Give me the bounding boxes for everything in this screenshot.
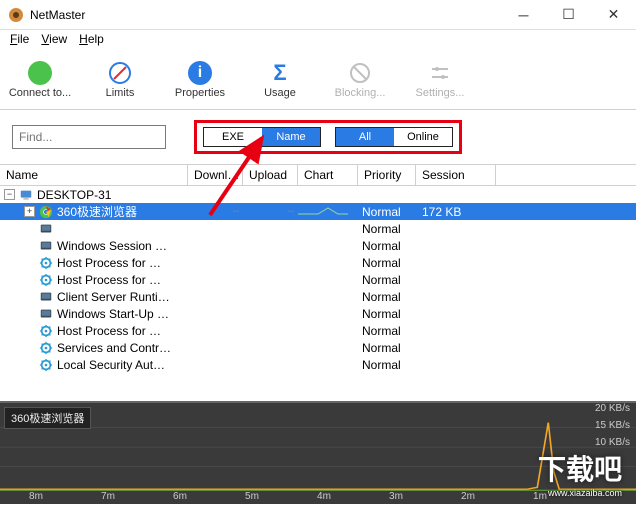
name-toggle[interactable]: Name — [262, 128, 320, 146]
table-row[interactable]: +360极速浏览器 ---- Normal172 KB — [0, 203, 636, 220]
toolbar: Connect to... Limits i Properties Σ Usag… — [0, 50, 636, 110]
sigma-icon: Σ — [268, 61, 292, 85]
priority-cell: Normal — [358, 307, 416, 321]
header-priority[interactable]: Priority — [358, 165, 416, 185]
minimize-button[interactable]: ─ — [501, 0, 546, 30]
connect-button[interactable]: Connect to... — [0, 61, 80, 99]
blocking-label: Blocking... — [335, 87, 386, 99]
limits-label: Limits — [106, 87, 135, 99]
chart-y-scale: 20 KB/s15 KB/s10 KB/s — [595, 403, 630, 454]
table-row[interactable]: Local Security Aut… Normal — [0, 356, 636, 373]
priority-cell: Normal — [358, 256, 416, 270]
process-name: Host Process for … — [57, 256, 161, 270]
process-name: 360极速浏览器 — [57, 203, 137, 220]
root-row[interactable]: − DESKTOP-31 — [0, 186, 636, 203]
priority-cell: Normal — [358, 290, 416, 304]
window-title: NetMaster — [30, 8, 501, 22]
traffic-chart — [0, 403, 636, 504]
menubar: File View Help — [0, 30, 636, 50]
computer-icon — [19, 188, 33, 202]
upload-cell: -- — [243, 206, 298, 217]
settings-button[interactable]: Settings... — [400, 61, 480, 99]
table-row[interactable]: Normal — [0, 220, 636, 237]
menu-help[interactable]: Help — [79, 32, 104, 48]
limits-icon — [108, 61, 132, 85]
sliders-icon — [428, 61, 452, 85]
table-row[interactable]: Host Process for … Normal — [0, 271, 636, 288]
blocking-button[interactable]: Blocking... — [320, 61, 400, 99]
column-headers: Name Downl… Upload Chart Priority Sessio… — [0, 164, 636, 186]
process-name: Host Process for … — [57, 324, 161, 338]
chart-label: 360极速浏览器 — [4, 407, 91, 429]
maximize-button[interactable]: ☐ — [546, 0, 591, 30]
header-download[interactable]: Downl… — [188, 165, 243, 185]
close-button[interactable]: ✕ — [591, 0, 636, 30]
info-icon: i — [188, 61, 212, 85]
process-name: Services and Contr… — [57, 341, 171, 355]
toggle-highlight-box: EXE Name All Online — [194, 120, 462, 154]
table-row[interactable]: Windows Start-Up … Normal — [0, 305, 636, 322]
priority-cell: Normal — [358, 205, 416, 219]
process-tree[interactable]: − DESKTOP-31 +360极速浏览器----Normal172 KBNo… — [0, 186, 636, 401]
connect-icon — [28, 61, 52, 85]
menu-view[interactable]: View — [41, 32, 67, 48]
settings-label: Settings... — [416, 87, 465, 99]
session-cell: 172 KB — [416, 205, 496, 219]
filterbar: EXE Name All Online — [0, 110, 636, 164]
properties-label: Properties — [175, 87, 225, 99]
exe-toggle[interactable]: EXE — [204, 128, 262, 146]
table-row[interactable]: Host Process for … Normal — [0, 254, 636, 271]
header-name[interactable]: Name — [0, 165, 188, 185]
process-name: Windows Start-Up … — [57, 307, 169, 321]
usage-label: Usage — [264, 87, 296, 99]
priority-cell: Normal — [358, 324, 416, 338]
process-name: Windows Session … — [57, 239, 167, 253]
titlebar: NetMaster ─ ☐ ✕ — [0, 0, 636, 30]
priority-cell: Normal — [358, 239, 416, 253]
header-chart[interactable]: Chart — [298, 165, 358, 185]
properties-button[interactable]: i Properties — [160, 61, 240, 99]
process-name: Local Security Aut… — [57, 358, 165, 372]
priority-cell: Normal — [358, 358, 416, 372]
header-session[interactable]: Session — [416, 165, 496, 185]
table-row[interactable]: Windows Session … Normal — [0, 237, 636, 254]
menu-file[interactable]: File — [10, 32, 29, 48]
header-upload[interactable]: Upload — [243, 165, 298, 185]
chart-cell — [298, 204, 358, 219]
app-icon — [8, 7, 24, 23]
table-row[interactable]: Host Process for … Normal — [0, 322, 636, 339]
table-row[interactable]: Client Server Runti… Normal — [0, 288, 636, 305]
priority-cell: Normal — [358, 222, 416, 236]
root-label: DESKTOP-31 — [37, 188, 111, 202]
table-row[interactable]: Services and Contr… Normal — [0, 339, 636, 356]
connect-label: Connect to... — [9, 87, 71, 99]
find-input[interactable] — [12, 125, 166, 149]
chart-panel: 360极速浏览器 20 KB/s15 KB/s10 KB/s 8m7m6m5m4… — [0, 401, 636, 504]
usage-button[interactable]: Σ Usage — [240, 61, 320, 99]
process-name: Host Process for … — [57, 273, 161, 287]
download-cell: -- — [188, 206, 243, 217]
online-toggle[interactable]: Online — [394, 128, 452, 146]
block-icon — [348, 61, 372, 85]
view-mode-segment: EXE Name — [203, 127, 321, 147]
expand-icon[interactable]: + — [24, 206, 35, 217]
all-toggle[interactable]: All — [336, 128, 394, 146]
process-name: Client Server Runti… — [57, 290, 170, 304]
priority-cell: Normal — [358, 341, 416, 355]
chart-x-scale: 8m7m6m5m4m3m2m1m — [0, 491, 576, 502]
limits-button[interactable]: Limits — [80, 61, 160, 99]
collapse-icon[interactable]: − — [4, 189, 15, 200]
filter-mode-segment: All Online — [335, 127, 453, 147]
priority-cell: Normal — [358, 273, 416, 287]
